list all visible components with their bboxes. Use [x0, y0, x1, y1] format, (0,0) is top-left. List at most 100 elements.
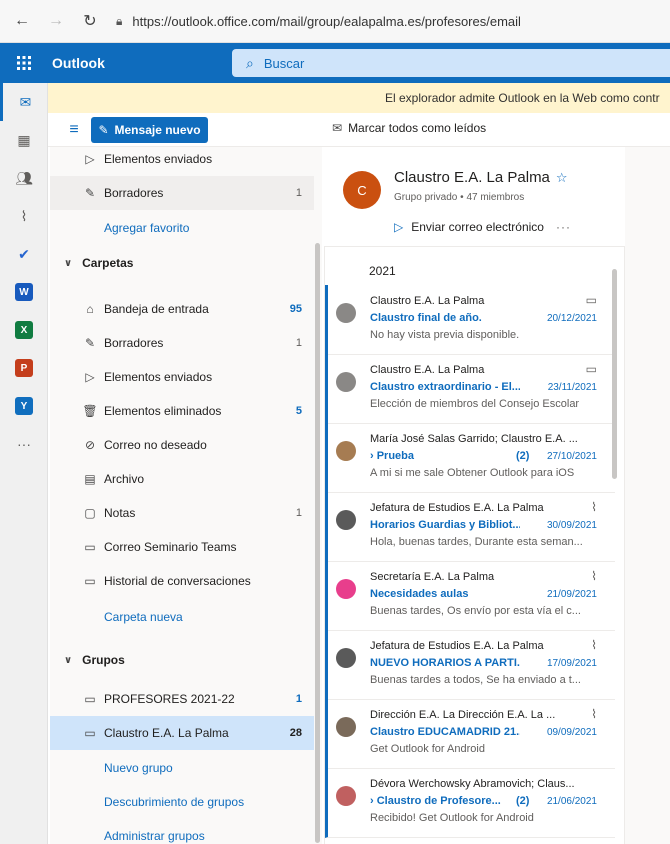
- rail-calendar[interactable]: ▦: [0, 121, 48, 159]
- rail-powerpoint[interactable]: P: [0, 349, 48, 387]
- mark-all-read-label: Marcar todos como leídos: [348, 121, 487, 135]
- message-date: 09/09/2021: [546, 727, 597, 738]
- folder-icon: ▭: [84, 574, 96, 588]
- folder-item[interactable]: ▤ Archivo: [50, 462, 314, 496]
- back-icon[interactable]: ←: [10, 9, 34, 33]
- rail-attachment[interactable]: ⌇: [0, 197, 48, 235]
- rail-yammer[interactable]: Y: [0, 387, 48, 425]
- message-subject: NUEVO HORARIOS A PARTI...: [370, 657, 520, 669]
- folder-scrollbar[interactable]: [315, 243, 320, 843]
- sender-avatar: [336, 303, 356, 323]
- message-preview: Buenas tardes, Os envío por esta vía el …: [370, 605, 581, 617]
- brand-title[interactable]: Outlook: [52, 55, 105, 71]
- paperclip-icon: ⌇: [591, 707, 597, 721]
- message-item[interactable]: María José Salas Garrido; Claustro E.A. …: [325, 423, 615, 493]
- yammer-icon: Y: [15, 397, 33, 415]
- sender-avatar: [336, 441, 356, 461]
- folder-label: Historial de conversaciones: [104, 574, 251, 588]
- message-item[interactable]: Claustro E.A. La Palma ▭ Claustro extraord…: [325, 354, 615, 424]
- message-item[interactable]: Claustro E.A. La Palma ▭ Claustro final de…: [325, 285, 615, 355]
- message-item[interactable]: Jefatura de Estudios E.A. La Palma ⌇ Horar…: [325, 492, 615, 562]
- send-icon: ▷: [85, 370, 95, 384]
- rail-excel[interactable]: X: [0, 311, 48, 349]
- address-bar[interactable]: 🔒︎ https://outlook.office.com/mail/group…: [116, 6, 670, 36]
- message-date: 27/10/2021: [546, 451, 597, 462]
- rail-word[interactable]: W: [0, 273, 48, 311]
- group-name: Claustro E.A. La Palma: [394, 169, 550, 186]
- message-subject: Claustro EDUCAMADRID 21...: [370, 726, 520, 738]
- discover-groups-link[interactable]: Descubrimiento de grupos: [104, 795, 244, 809]
- folder-item[interactable]: ▭ Correo Seminario Teams: [50, 530, 314, 564]
- send-icon: ▷: [394, 220, 404, 234]
- star-icon[interactable]: ☆: [556, 170, 568, 185]
- new-group-link[interactable]: Nuevo grupo: [104, 761, 173, 775]
- message-item[interactable]: Jefatura de Estudios E.A. La Palma ⌇ NUEVO…: [325, 630, 615, 700]
- mail-icon: ✉: [19, 93, 32, 110]
- message-list-scrollbar[interactable]: [612, 269, 617, 479]
- folder-label: Borradores: [104, 186, 164, 200]
- app-launcher-icon[interactable]: [0, 43, 48, 83]
- folder-label: Borradores: [104, 336, 164, 350]
- group-avatar: C: [343, 171, 381, 209]
- folders-section-header[interactable]: ∨ Carpetas: [64, 256, 133, 270]
- mark-all-read-button[interactable]: ✉ Marcar todos como leídos: [332, 121, 486, 135]
- folder-top-drafts[interactable]: ✎ Borradores 1: [50, 176, 314, 210]
- message-item[interactable]: Secretaría E.A. La Palma ⌇ Necesidades aul…: [325, 561, 615, 631]
- paperclip-icon: ⌇: [591, 569, 597, 583]
- folder-item[interactable]: ▷ Elementos enviados: [50, 360, 314, 394]
- rail-mail[interactable]: ✉: [0, 83, 48, 121]
- group-members[interactable]: 47 miembros: [466, 192, 524, 203]
- group-profesores[interactable]: ▭ PROFESORES 2021-22 1: [50, 682, 314, 716]
- new-message-button[interactable]: ✎ Mensaje nuevo: [91, 117, 208, 143]
- folder-item[interactable]: ⌂ Bandeja de entrada 95: [50, 292, 314, 326]
- send-email-button[interactable]: ▷ Enviar correo electrónico ···: [394, 220, 571, 234]
- folder-pane: ▷ Elementos enviados ✎ Borradores 1 Agre…: [50, 147, 322, 844]
- more-options-icon[interactable]: ···: [556, 220, 571, 234]
- refresh-icon[interactable]: ↻: [78, 9, 102, 33]
- rail-more-apps[interactable]: ···: [0, 425, 48, 463]
- message-list: 2021 Claustro E.A. La Palma ▭ Claustro fin…: [324, 247, 625, 844]
- message-thread-count: (2): [516, 450, 530, 462]
- folder-item[interactable]: ✎ Borradores 1: [50, 326, 314, 360]
- inbox-icon: ⌂: [86, 302, 94, 316]
- group-count: 28: [289, 727, 302, 739]
- group-count: 1: [295, 693, 302, 705]
- folder-item[interactable]: ▢ Notas 1: [50, 496, 314, 530]
- rail-people[interactable]: 👥︎: [0, 159, 48, 197]
- rail-todo[interactable]: ✔: [0, 235, 48, 273]
- block-icon: ⊘: [84, 438, 96, 452]
- people-icon: 👥︎: [15, 169, 33, 186]
- hamburger-menu-icon[interactable]: ≡: [58, 121, 90, 139]
- message-preview: Hola, buenas tardes, Durante esta seman.…: [370, 536, 583, 548]
- todo-icon: ✔: [18, 245, 30, 262]
- new-folder-link[interactable]: Carpeta nueva: [104, 610, 183, 624]
- folder-label: Correo Seminario Teams: [104, 540, 237, 554]
- folder-item[interactable]: 🗑︎ Elementos eliminados 5: [50, 394, 314, 428]
- add-favorite-link[interactable]: Agregar favorito: [104, 221, 189, 235]
- search-input[interactable]: ⌕ Buscar: [232, 49, 670, 77]
- folder-label: Elementos enviados: [104, 370, 213, 384]
- message-subject: › Prueba: [370, 450, 415, 462]
- message-date: 23/11/2021: [547, 382, 597, 393]
- forward-icon[interactable]: →: [44, 9, 68, 33]
- message-item[interactable]: Dévora Werchowsky Abramovich; Claus... › …: [325, 768, 615, 838]
- group-claustro[interactable]: ▭ Claustro E.A. La Palma 28: [50, 716, 314, 750]
- message-sender: Dirección E.A. La Dirección E.A. La ...: [370, 709, 556, 721]
- groups-section-header[interactable]: ∨ Grupos: [64, 653, 125, 667]
- message-item[interactable]: Dirección E.A. La Dirección E.A. La ... ⌇…: [325, 699, 615, 769]
- group-label: Claustro E.A. La Palma: [104, 726, 229, 740]
- chevron-down-icon: ∨: [64, 257, 73, 269]
- manage-groups-link[interactable]: Administrar grupos: [104, 829, 205, 843]
- message-sender: Claustro E.A. La Palma: [370, 295, 485, 307]
- folder-item[interactable]: ▭ Historial de conversaciones: [50, 564, 314, 598]
- folder-item[interactable]: ⊘ Correo no deseado: [50, 428, 314, 462]
- folder-top-sent[interactable]: ▷ Elementos enviados: [50, 147, 314, 176]
- browser-toolbar: ← → ↻ 🔒︎ https://outlook.office.com/mail…: [0, 0, 670, 43]
- group-header: C Claustro E.A. La Palma ☆ Grupo privado …: [324, 147, 625, 247]
- message-sender: Jefatura de Estudios E.A. La Palma: [370, 502, 544, 514]
- command-bar: ≡ ✎ Mensaje nuevo ✉ Marcar todos como le…: [48, 113, 670, 147]
- message-subject: Claustro extraordinario - El...: [370, 381, 520, 393]
- folder-label: Elementos enviados: [104, 152, 213, 166]
- group-label: PROFESORES 2021-22: [104, 692, 235, 706]
- group-privacy: Grupo privado: [394, 192, 458, 203]
